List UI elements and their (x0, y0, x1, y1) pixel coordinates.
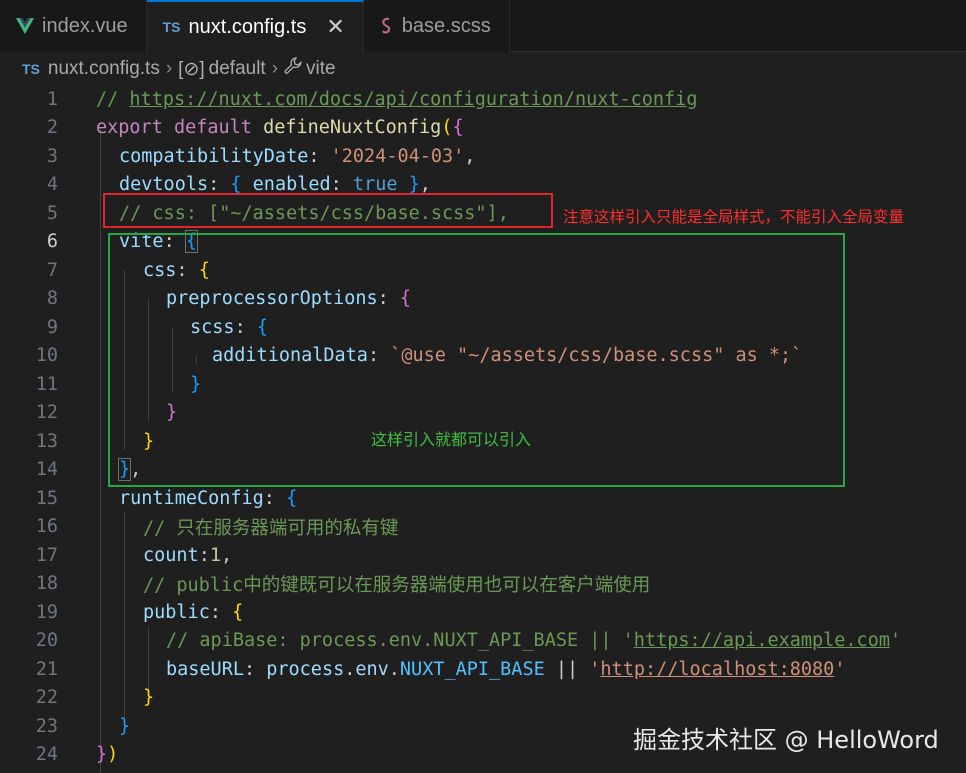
line-number: 5 (46, 202, 58, 224)
code-line[interactable]: 20 // apiBase: process.env.NUXT_API_BASE… (0, 627, 966, 656)
line-number: 3 (46, 145, 58, 167)
code-line[interactable]: 22 } (0, 684, 966, 713)
breadcrumb-file[interactable]: nuxt.config.ts (48, 58, 160, 80)
code-text: public: { (143, 601, 244, 623)
line-number: 11 (35, 373, 58, 395)
line-number: 24 (35, 744, 58, 766)
code-line[interactable]: 19 public: { (0, 598, 966, 627)
vue-icon (16, 18, 34, 34)
tab-base-scss[interactable]: base.scss (363, 0, 510, 52)
code-text: count:1, (143, 544, 233, 566)
wrench-icon (284, 57, 302, 81)
code-line[interactable]: 1 // https://nuxt.com/docs/api/configura… (0, 85, 966, 114)
line-number: 10 (35, 345, 58, 367)
code-text: } (119, 715, 131, 737)
line-number: 15 (35, 487, 58, 509)
code-line[interactable]: 16 // 只在服务器端可用的私有键 (0, 513, 966, 542)
line-number: 6 (46, 231, 58, 253)
line-number: 8 (46, 288, 58, 310)
line-number: 16 (35, 516, 58, 538)
chevron-right-icon: › (165, 58, 173, 79)
line-number: 20 (35, 630, 58, 652)
code-text: }) (96, 744, 119, 766)
symbol-variable-icon: [⊘] (178, 58, 205, 80)
code-text: runtimeConfig: { (119, 487, 298, 509)
code-line[interactable]: 3 compatibilityDate: '2024-04-03', (0, 142, 966, 171)
red-annotation: 注意这样引入只能是全局样式，不能引入全局变量 (563, 208, 905, 226)
editor-tab-bar: index.vue TS nuxt.config.ts ✕ base.scss (0, 0, 966, 53)
code-text: compatibilityDate: '2024-04-03', (119, 145, 476, 167)
line-number: 4 (46, 174, 58, 196)
line-number: 18 (35, 573, 58, 595)
line-number: 1 (46, 88, 58, 110)
line-number: 9 (46, 316, 58, 338)
code-line[interactable]: 17 count:1, (0, 541, 966, 570)
chevron-right-icon: › (271, 58, 279, 79)
typescript-icon: TS (22, 61, 40, 77)
code-text: } (143, 687, 155, 709)
tab-label: index.vue (42, 14, 128, 37)
code-text: baseURL: process.env.NUXT_API_BASE || 'h… (166, 658, 846, 680)
line-number: 21 (35, 658, 58, 680)
breadcrumb-vite[interactable]: vite (306, 58, 336, 80)
tab-nuxt-config[interactable]: TS nuxt.config.ts ✕ (146, 0, 364, 53)
code-text: // https://nuxt.com/docs/api/configurati… (96, 88, 698, 110)
link[interactable]: https://nuxt.com/docs/api/configuration/… (129, 89, 697, 110)
tab-index-vue[interactable]: index.vue (0, 0, 147, 52)
breadcrumb-symbol[interactable]: default (209, 58, 266, 80)
breadcrumb: TS nuxt.config.ts › [⊘] default › vite (0, 53, 966, 85)
link[interactable]: https://api.example.com (634, 630, 890, 651)
line-number: 2 (46, 117, 58, 139)
code-line[interactable]: 21 baseURL: process.env.NUXT_API_BASE ||… (0, 655, 966, 684)
line-number: 19 (35, 601, 58, 623)
line-number: 22 (35, 687, 58, 709)
green-annotation: 这样引入就都可以引入 (371, 430, 532, 449)
line-number: 14 (35, 459, 58, 481)
link[interactable]: http://localhost:8080 (600, 659, 834, 680)
close-icon[interactable]: ✕ (326, 14, 344, 40)
line-number: 13 (35, 430, 58, 452)
code-line[interactable]: 15 runtimeConfig: { (0, 484, 966, 513)
line-number: 7 (46, 259, 58, 281)
red-highlight-box (103, 193, 553, 228)
line-number: 23 (35, 715, 58, 737)
code-text: // public中的键既可以在服务器端使用也可以在客户端使用 (143, 574, 651, 596)
code-line[interactable]: 18 // public中的键既可以在服务器端使用也可以在客户端使用 (0, 570, 966, 599)
line-number: 12 (35, 402, 58, 424)
line-number: 17 (35, 544, 58, 566)
typescript-icon: TS (162, 19, 181, 35)
watermark: 掘金技术社区 @ HelloWord (633, 726, 939, 754)
code-text: // apiBase: process.env.NUXT_API_BASE ||… (166, 630, 902, 652)
code-text: // 只在服务器端可用的私有键 (143, 517, 399, 539)
tab-label: base.scss (401, 14, 491, 37)
scss-icon (380, 17, 394, 35)
tab-label: nuxt.config.ts (188, 15, 307, 38)
code-line[interactable]: 2 export default defineNuxtConfig({ (0, 114, 966, 143)
code-text: export default defineNuxtConfig({ (96, 117, 464, 139)
